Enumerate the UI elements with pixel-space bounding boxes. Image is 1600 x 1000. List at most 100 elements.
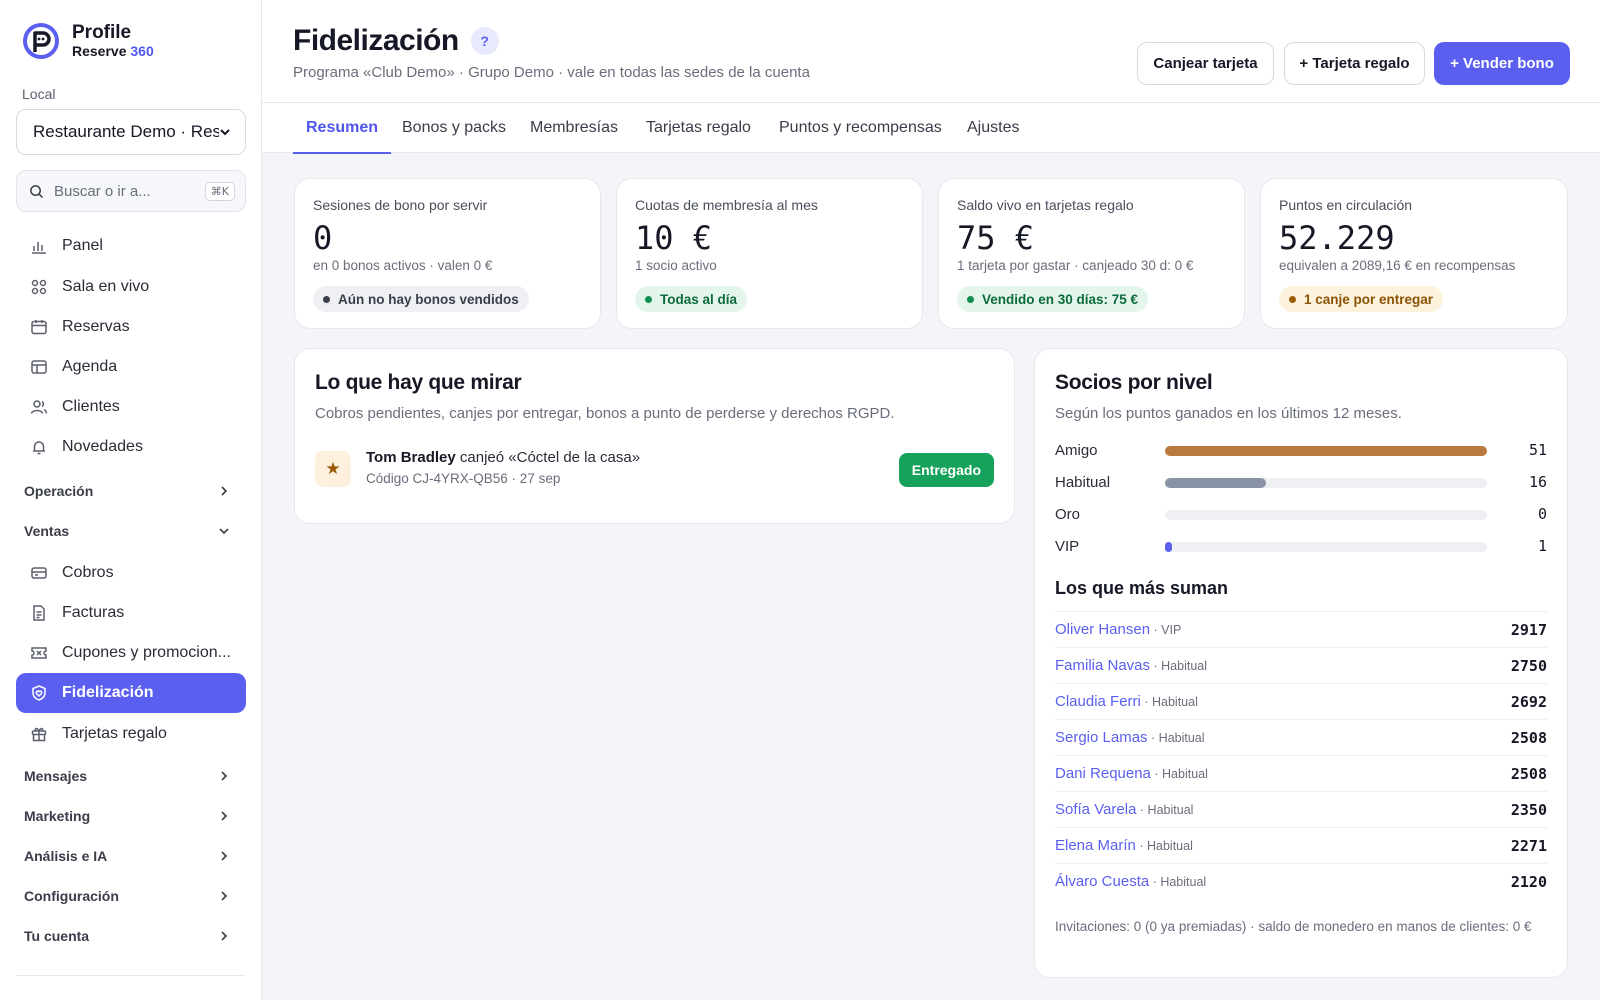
section-marketing[interactable]: Marketing <box>16 796 246 836</box>
tab-membresias[interactable]: Membresías <box>530 103 618 153</box>
sidebar-item-label: Cupones y promocion... <box>62 644 231 661</box>
section-configuracion[interactable]: Configuración <box>16 876 246 916</box>
list-item: Álvaro Cuesta · Habitual 2120 <box>1055 863 1547 899</box>
logo-icon <box>23 23 59 59</box>
sidebar-item-cobros[interactable]: Cobros <box>16 553 246 593</box>
tab-ajustes[interactable]: Ajustes <box>967 103 1019 153</box>
tab-resumen[interactable]: Resumen <box>292 103 392 154</box>
sell-voucher-button[interactable]: + Vender bono <box>1434 42 1570 85</box>
section-operacion[interactable]: Operación <box>16 471 246 511</box>
tier-track <box>1165 542 1487 552</box>
section-analisis[interactable]: Análisis e IA <box>16 836 246 876</box>
document-icon <box>33 605 45 621</box>
tier-fill <box>1165 478 1267 488</box>
status-badge: Todas al día <box>635 286 748 312</box>
member-link[interactable]: Dani Requena <box>1055 765 1151 782</box>
top-list: Oliver Hansen · VIP 2917 Familia Navas · … <box>1055 611 1547 899</box>
badge-label: Vendido en 30 días: 75 € <box>982 291 1139 307</box>
list-item: Familia Navas · Habitual 2750 <box>1055 647 1547 683</box>
kpi-sub: 1 tarjeta por gastar · canjeado 30 d: 0 … <box>957 258 1194 273</box>
list-item: Sergio Lamas · Habitual 2508 <box>1055 719 1547 755</box>
footnote: Invitaciones: 0 (0 ya premiadas) · saldo… <box>1055 919 1532 934</box>
section-mensajes[interactable]: Mensajes <box>16 756 246 796</box>
member-level: · Habitual <box>1149 874 1207 889</box>
member-points: 2120 <box>1510 872 1547 891</box>
tier-count: 16 <box>1528 473 1547 491</box>
status-badge: Vendido en 30 días: 75 € <box>957 286 1149 312</box>
delivered-button[interactable]: Entregado <box>898 453 994 487</box>
chevron-right-icon <box>221 811 228 821</box>
kpi-sub: equivalen a 2089,16 € en recompensas <box>1279 258 1516 273</box>
tier-row: VIP 1 <box>1055 535 1547 559</box>
member-link[interactable]: Claudia Ferri <box>1055 693 1141 710</box>
member-points: 2508 <box>1510 764 1547 783</box>
status-dot <box>1289 295 1296 303</box>
watch-code: Código CJ-4YRX-QB56 · 27 sep <box>366 471 561 486</box>
local-label: Local <box>22 86 56 102</box>
tiers-subtitle: Según los puntos ganados en los últimos … <box>1055 405 1402 422</box>
member-level: · Habitual <box>1150 766 1208 781</box>
sidebar-item-reservas[interactable]: Reservas <box>16 307 246 347</box>
tab-puntos[interactable]: Puntos y recompensas <box>779 103 942 153</box>
local-select-value: Restaurante Demo · Res <box>33 122 219 141</box>
member-level: · Habitual <box>1135 838 1193 853</box>
member-link[interactable]: Sergio Lamas <box>1055 729 1148 746</box>
section-tu-cuenta[interactable]: Tu cuenta <box>16 916 246 956</box>
member-level: · Habitual <box>1136 802 1194 817</box>
tab-bonos[interactable]: Bonos y packs <box>402 103 506 153</box>
status-dot <box>967 295 974 303</box>
tab-bar: Resumen Bonos y packs Membresías Tarjeta… <box>262 103 1600 154</box>
tab-tarjetas-regalo[interactable]: Tarjetas regalo <box>646 103 751 153</box>
sidebar-item-label: Panel <box>62 237 103 254</box>
page-title: Fidelización <box>293 24 459 57</box>
sidebar-item-clientes[interactable]: Clientes <box>16 387 246 427</box>
search-input[interactable]: Buscar o ir a... ⌘K <box>16 170 246 212</box>
chevron-right-icon <box>221 891 228 901</box>
member-level: · Habitual <box>1150 658 1208 673</box>
member-link[interactable]: Familia Navas <box>1055 657 1150 674</box>
chevron-down-icon <box>220 129 230 136</box>
member-points: 2692 <box>1510 692 1547 711</box>
search-placeholder: Buscar o ir a... <box>54 182 151 200</box>
bell-icon <box>33 441 45 455</box>
tiers-card: Socios por nivel Según los puntos ganado… <box>1034 348 1568 978</box>
member-link[interactable]: Elena Marín <box>1055 837 1136 854</box>
section-ventas[interactable]: Ventas <box>16 511 246 551</box>
ticket-icon <box>31 647 47 659</box>
sidebar-item-tarjetas-regalo[interactable]: Tarjetas regalo <box>16 714 246 754</box>
new-gift-card-button[interactable]: + Tarjeta regalo <box>1284 42 1425 85</box>
watch-action: canjeó «Cóctel de la casa» <box>455 449 641 466</box>
sidebar-item-panel[interactable]: Panel <box>16 226 246 266</box>
member-points: 2750 <box>1510 656 1547 675</box>
local-select[interactable]: Restaurante Demo · Res <box>16 109 246 155</box>
sidebar-item-cupones[interactable]: Cupones y promocion... <box>16 633 246 673</box>
top-title: Los que más suman <box>1055 578 1229 598</box>
member-link[interactable]: Oliver Hansen <box>1055 621 1150 638</box>
brand[interactable]: Profile Reserve 360 <box>22 22 154 60</box>
kpi-card-membresias: Cuotas de membresía al mes 10 € 1 socio … <box>616 178 923 329</box>
tier-count: 0 <box>1537 505 1547 523</box>
brand-product-accent: 360 <box>130 43 154 59</box>
list-item: Elena Marín · Habitual 2271 <box>1055 827 1547 863</box>
redeem-card-button[interactable]: Canjear tarjeta <box>1137 42 1274 85</box>
kpi-card-bonos: Sesiones de bono por servir 0 en 0 bonos… <box>294 178 601 329</box>
member-link[interactable]: Álvaro Cuesta <box>1055 873 1149 890</box>
tier-track <box>1165 478 1487 488</box>
chevron-right-icon <box>221 486 228 496</box>
chevron-right-icon <box>221 851 228 861</box>
customer-name: Tom Bradley <box>366 449 456 466</box>
kpi-value: 0 <box>313 219 333 257</box>
kpi-label: Cuotas de membresía al mes <box>635 197 818 213</box>
tier-fill <box>1165 446 1487 456</box>
member-level: · Habitual <box>1147 730 1205 745</box>
sidebar-item-facturas[interactable]: Facturas <box>16 593 246 633</box>
sidebar-item-fidelizacion[interactable]: Fidelización <box>16 673 246 713</box>
sidebar-item-sala[interactable]: Sala en vivo <box>16 267 246 307</box>
sidebar-item-novedades[interactable]: Novedades <box>16 427 246 467</box>
badge-label: Aún no hay bonos vendidos <box>338 291 519 307</box>
help-button[interactable]: ? <box>470 27 499 55</box>
chevron-down-icon <box>219 528 229 535</box>
calendar-icon <box>31 320 47 335</box>
sidebar-item-agenda[interactable]: Agenda <box>16 347 246 387</box>
member-link[interactable]: Sofía Varela <box>1055 801 1136 818</box>
